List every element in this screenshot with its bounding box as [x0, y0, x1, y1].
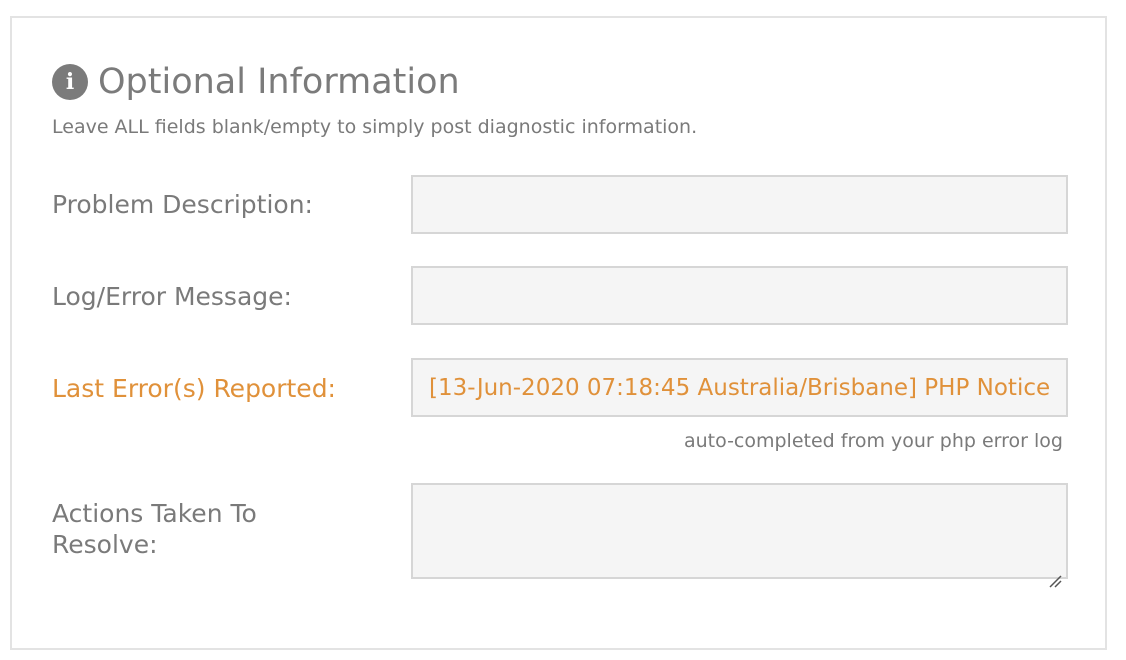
last-errors-reported-label: Last Error(s) Reported: [52, 374, 336, 403]
problem-description-label: Problem Description: [52, 190, 313, 219]
section-subtitle: Leave ALL fields blank/empty to simply p… [52, 116, 698, 138]
resize-handle-icon[interactable] [1048, 574, 1062, 588]
actions-taken-label-line1: Actions Taken To [52, 499, 257, 528]
auto-complete-hint: auto-completed from your php error log [683, 430, 1063, 452]
section-title: Optional Information [98, 62, 460, 102]
info-icon: i [52, 64, 88, 100]
actions-taken-label-line2: Resolve: [52, 530, 158, 559]
problem-description-input[interactable] [411, 175, 1068, 234]
actions-taken-label: Actions Taken To Resolve: [52, 498, 257, 560]
log-error-message-input[interactable] [411, 266, 1068, 325]
section-header: i Optional Information [52, 60, 460, 104]
actions-taken-textarea[interactable] [411, 483, 1068, 579]
last-errors-reported-input[interactable] [411, 358, 1068, 417]
optional-information-panel: i Optional Information Leave ALL fields … [10, 16, 1107, 650]
log-error-message-label: Log/Error Message: [52, 282, 292, 311]
